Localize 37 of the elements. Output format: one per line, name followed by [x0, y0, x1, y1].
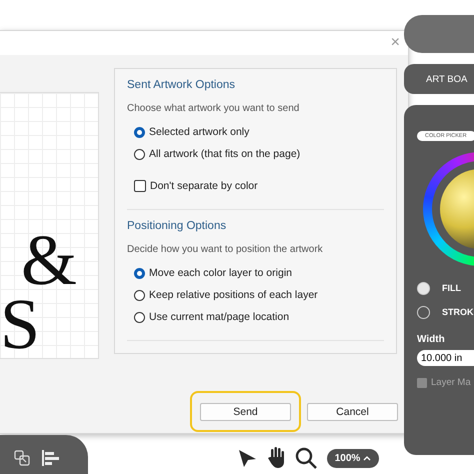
radio-button[interactable]	[134, 126, 145, 138]
radio-button[interactable]	[134, 268, 145, 278]
width-label: Width	[417, 334, 446, 345]
caret-icon	[363, 455, 372, 461]
send-button[interactable]: Send	[200, 403, 291, 421]
option-label: All artwork (that fits on the page)	[149, 148, 300, 160]
swatch-radio[interactable]	[417, 306, 430, 318]
option-label: Don't separate by color	[150, 180, 258, 192]
radio-button[interactable]	[134, 290, 145, 300]
checkbox-label: Layer Ma	[431, 377, 471, 388]
option-label: Selected artwork only	[149, 126, 250, 138]
arrange-icon[interactable]	[14, 450, 30, 466]
cancel-button[interactable]: Cancel	[307, 403, 398, 421]
radio-button[interactable]	[134, 148, 145, 160]
search-icon[interactable]	[295, 447, 317, 469]
option-label: Keep relative positions of each layer	[149, 289, 318, 301]
section-description: Decide how you want to position the artwork	[127, 244, 324, 255]
checkbox[interactable]	[134, 180, 146, 192]
preview-glyph: &	[20, 228, 77, 292]
artboard-tab[interactable]: ART BOA	[404, 64, 474, 94]
preview-glyph: S	[0, 292, 40, 356]
swatch-label: STROK	[442, 307, 474, 317]
width-field[interactable]: 10.000 in	[417, 350, 474, 366]
section-title: Sent Artwork Options	[127, 79, 236, 91]
swatch-label: FILL	[442, 283, 461, 293]
panel-tab[interactable]	[404, 15, 474, 53]
checkbox[interactable]	[417, 378, 427, 388]
zoom-button[interactable]: 100%	[327, 448, 379, 468]
radio-button[interactable]	[134, 312, 145, 322]
hand-icon[interactable]	[267, 447, 285, 469]
swatch-radio[interactable]	[417, 282, 430, 294]
section-description: Choose what artwork you want to send	[127, 103, 300, 114]
align-icon[interactable]	[42, 450, 60, 466]
section-title: Positioning Options	[127, 220, 228, 232]
option-label: Move each color layer to origin	[149, 267, 292, 279]
pointer-icon[interactable]	[237, 448, 257, 468]
option-label: Use current mat/page location	[149, 311, 290, 323]
